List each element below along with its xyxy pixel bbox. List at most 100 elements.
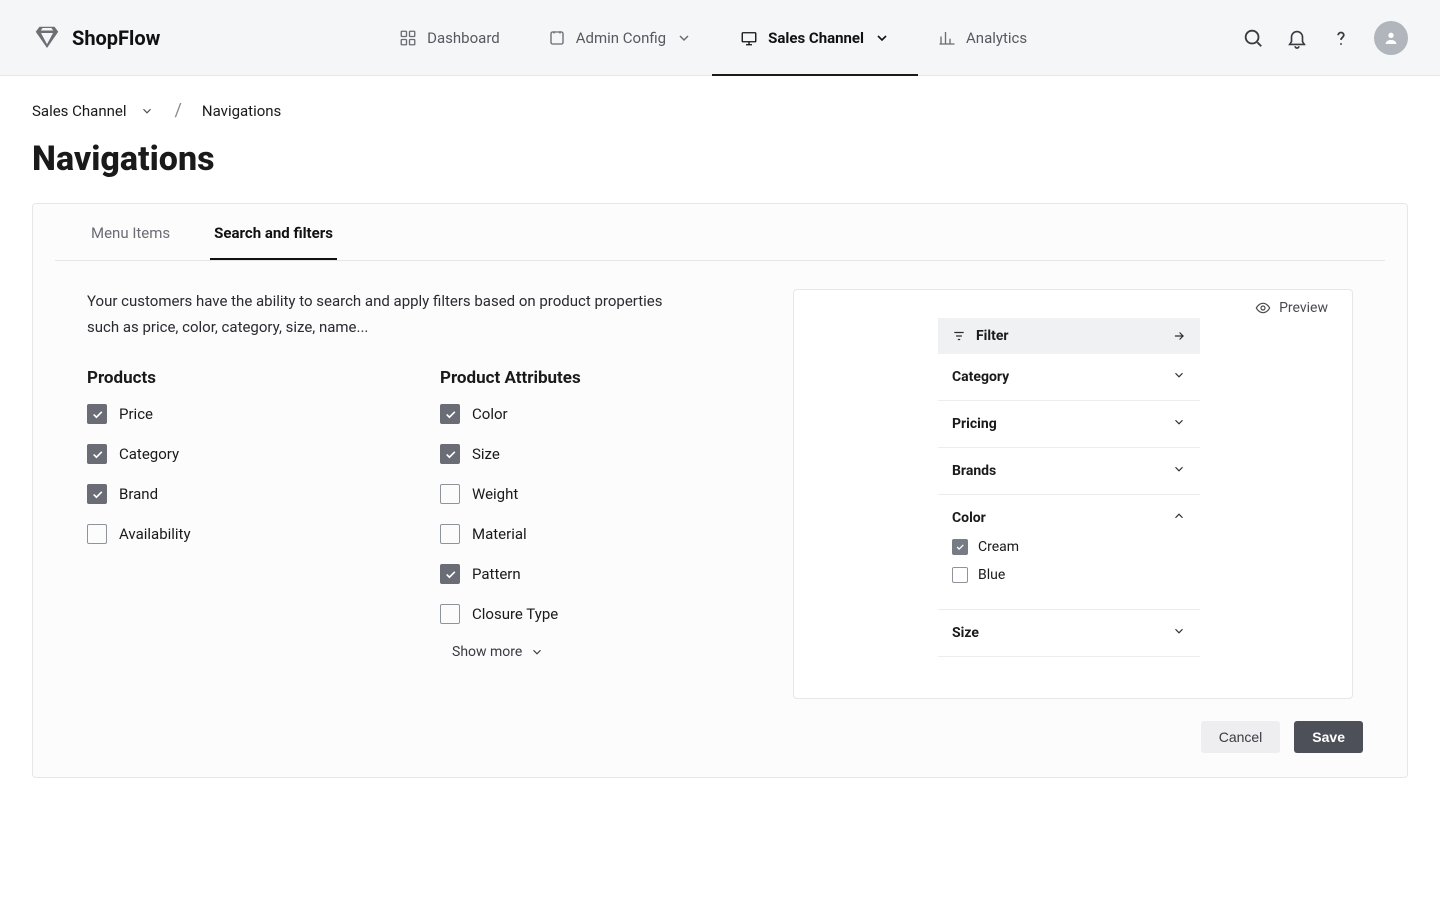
tabs: Menu Items Search and filters	[55, 204, 1385, 261]
brand-logo-icon	[32, 23, 62, 53]
preview-option-label: Blue	[978, 567, 1005, 583]
panel-description: Your customers have the ability to searc…	[87, 289, 687, 340]
checkbox-icon	[87, 444, 107, 464]
preview-box: Preview Filter Category Pricing Brands Colo…	[793, 289, 1353, 699]
preview-section-body: Cream Blue	[952, 539, 1186, 583]
checkbox-label: Brand	[119, 485, 158, 503]
chevron-down-icon	[676, 30, 692, 46]
chevron-down-icon	[530, 645, 544, 659]
nav-center: Dashboard Admin Config Sales Channel	[184, 0, 1242, 76]
checkbox-label: Size	[472, 445, 500, 463]
preview-section-size: Size	[938, 610, 1200, 657]
analytics-icon	[938, 29, 956, 47]
checkbox-icon	[87, 404, 107, 424]
chevron-up-icon	[1172, 509, 1186, 527]
nav-item-admin-config[interactable]: Admin Config	[548, 0, 692, 76]
filter-product-price[interactable]: Price	[87, 404, 400, 424]
checkbox-label: Pattern	[472, 565, 521, 583]
chevron-down-icon	[1172, 415, 1186, 433]
nav-item-sales-channel[interactable]: Sales Channel	[740, 0, 890, 76]
checkbox-icon	[87, 484, 107, 504]
nav-item-dashboard[interactable]: Dashboard	[399, 0, 500, 76]
dashboard-icon	[399, 29, 417, 47]
breadcrumb-separator: /	[174, 100, 181, 121]
filter-attribute-color[interactable]: Color	[440, 404, 753, 424]
filter-attribute-weight[interactable]: Weight	[440, 484, 753, 504]
arrow-right-icon	[1172, 329, 1186, 343]
preview-section-toggle[interactable]: Brands	[952, 462, 1186, 480]
top-nav: ShopFlow Dashboard Admin Config Sales Ch…	[0, 0, 1440, 76]
preview-section-label: Color	[952, 510, 986, 526]
checkbox-icon	[87, 524, 107, 544]
checkbox-icon	[440, 524, 460, 544]
brand[interactable]: ShopFlow	[32, 23, 160, 53]
checkbox-icon	[440, 444, 460, 464]
checkbox-icon	[952, 567, 968, 583]
show-more-button[interactable]: Show more	[452, 644, 753, 660]
tab-body: Your customers have the ability to searc…	[33, 261, 1407, 699]
bell-icon[interactable]	[1286, 27, 1308, 49]
preview-section-toggle[interactable]: Size	[952, 624, 1186, 642]
filter-product-availability[interactable]: Availability	[87, 524, 400, 544]
preview-filter-heading-label: Filter	[976, 328, 1009, 344]
preview-section-pricing: Pricing	[938, 401, 1200, 448]
preview-option-blue[interactable]: Blue	[952, 567, 1186, 583]
preview-section-toggle[interactable]: Category	[952, 368, 1186, 386]
page-title: Navigations	[32, 139, 1408, 179]
sales-channel-icon	[740, 29, 758, 47]
preview-label: Preview	[818, 300, 1328, 316]
preview-section-label: Category	[952, 369, 1009, 385]
tab-menu-items[interactable]: Menu Items	[87, 204, 174, 260]
breadcrumb-current: Navigations	[202, 102, 281, 120]
filter-attribute-material[interactable]: Material	[440, 524, 753, 544]
products-heading: Products	[87, 368, 400, 388]
chevron-down-icon	[1172, 368, 1186, 386]
products-column: Products Price Category Brand Availability	[87, 368, 400, 660]
checkbox-label: Closure Type	[472, 605, 558, 623]
nav-item-label: Analytics	[966, 29, 1027, 47]
preview-section-brands: Brands	[938, 448, 1200, 495]
checkbox-label: Price	[119, 405, 153, 423]
nav-right	[1242, 21, 1408, 55]
chevron-down-icon	[1172, 624, 1186, 642]
preview-option-label: Cream	[978, 539, 1019, 555]
filter-product-brand[interactable]: Brand	[87, 484, 400, 504]
preview-option-cream[interactable]: Cream	[952, 539, 1186, 555]
checkbox-label: Weight	[472, 485, 518, 503]
checkbox-icon	[440, 484, 460, 504]
preview-section-toggle[interactable]: Color	[952, 509, 1186, 527]
preview-inner: Filter Category Pricing Brands Color Cream Bl…	[938, 318, 1200, 657]
nav-item-label: Admin Config	[576, 29, 666, 47]
filter-attribute-pattern[interactable]: Pattern	[440, 564, 753, 584]
breadcrumb: Sales Channel / Navigations	[32, 100, 1408, 121]
checkbox-icon	[440, 564, 460, 584]
tab-search-and-filters[interactable]: Search and filters	[210, 204, 337, 260]
filter-icon	[952, 329, 966, 343]
avatar[interactable]	[1374, 21, 1408, 55]
checkbox-icon	[440, 604, 460, 624]
search-icon[interactable]	[1242, 27, 1264, 49]
checkbox-icon	[952, 539, 968, 555]
save-button[interactable]: Save	[1294, 721, 1363, 753]
breadcrumb-root[interactable]: Sales Channel	[32, 102, 154, 120]
cancel-button[interactable]: Cancel	[1201, 721, 1281, 753]
filter-attribute-closure-type[interactable]: Closure Type	[440, 604, 753, 624]
page-wrap: Sales Channel / Navigations Navigations …	[0, 76, 1440, 818]
preview-section-toggle[interactable]: Pricing	[952, 415, 1186, 433]
checkbox-label: Category	[119, 445, 179, 463]
chevron-down-icon	[140, 104, 154, 118]
chevron-down-icon	[874, 30, 890, 46]
eye-icon	[1255, 300, 1271, 316]
preview-section-label: Brands	[952, 463, 996, 479]
help-icon[interactable]	[1330, 27, 1352, 49]
checkbox-label: Material	[472, 525, 527, 543]
filter-product-category[interactable]: Category	[87, 444, 400, 464]
attributes-heading: Product Attributes	[440, 368, 753, 388]
nav-item-label: Dashboard	[427, 29, 500, 47]
preview-filter-heading[interactable]: Filter	[938, 318, 1200, 354]
breadcrumb-root-label: Sales Channel	[32, 102, 126, 120]
checkbox-icon	[440, 404, 460, 424]
left-column: Your customers have the ability to searc…	[87, 289, 753, 699]
filter-attribute-size[interactable]: Size	[440, 444, 753, 464]
nav-item-analytics[interactable]: Analytics	[938, 0, 1027, 76]
